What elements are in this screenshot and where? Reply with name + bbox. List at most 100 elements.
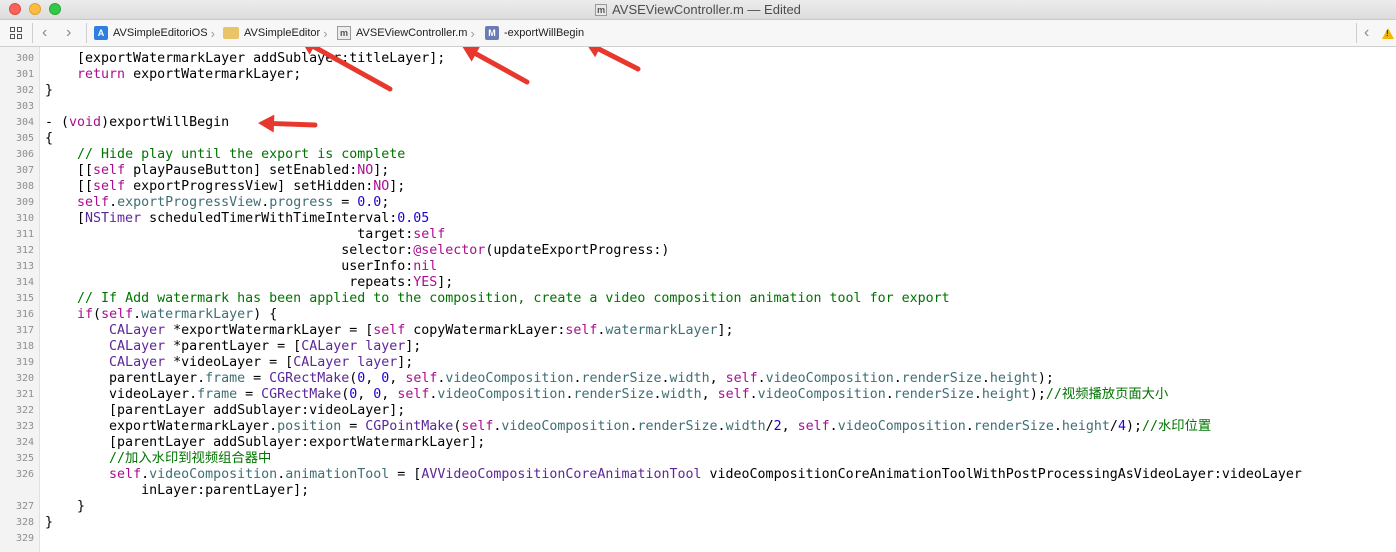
code-line: 322 [parentLayer addSublayer:videoLayer]… [0,403,1396,419]
code-text: self.exportProgressView.progress = 0.0; [77,195,390,210]
chevron-left-icon: ‹ [1364,24,1370,41]
code-text: { [45,131,54,146]
code-line: 306 // Hide play until the export is com… [0,147,1396,163]
code-text: [exportWatermarkLayer addSublayer:titleL… [45,51,446,66]
line-number: 321 [15,389,34,400]
code-line: 320 parentLayer.frame = CGRectMake(0, 0,… [0,371,1396,387]
code-text: CALayer *videoLayer = [CALayer layer]; [109,355,414,370]
back-button[interactable]: ‹ [42,20,47,46]
code-line: 328} [0,515,1396,531]
warning-icon [1382,27,1394,39]
code-text: parentLayer.frame = CGRectMake(0, 0, sel… [45,371,1054,386]
code-line: 325 //加入水印到视频组合器中 [0,451,1396,467]
folder-icon [223,27,239,39]
line-number: 305 [15,133,34,144]
line-number: 329 [15,533,34,544]
line-number: 318 [15,341,34,352]
breadcrumb-project[interactable]: A AVSimpleEditoriOS › [94,20,218,46]
line-number: 310 [15,213,34,224]
code-text: CALayer *exportWatermarkLayer = [self co… [109,323,734,338]
window-title-area: m AVSEViewController.m — Edited [0,1,1396,18]
line-number: 301 [15,69,34,80]
related-items-button[interactable] [10,20,22,46]
code-text: videoLayer.frame = CGRectMake(0, 0, self… [45,387,1169,402]
source-editor[interactable]: 300 [exportWatermarkLayer addSublayer:ti… [0,47,1396,552]
line-number: 326 [15,469,34,480]
line-number: 307 [15,165,34,176]
line-number: 317 [15,325,34,336]
code-text: //加入水印到视频组合器中 [109,451,272,466]
line-number: 327 [15,501,34,512]
code-text: selector:@selector(updateExportProgress:… [45,243,670,258]
breadcrumb-folder[interactable]: AVSimpleEditor › [223,20,331,46]
line-number: 309 [15,197,34,208]
code-text: [parentLayer addSublayer:videoLayer]; [45,403,406,418]
issue-warning-button[interactable] [1382,20,1394,46]
method-icon: M [485,26,499,40]
code-text: CALayer *parentLayer = [CALayer layer]; [109,339,422,354]
line-number: 323 [15,421,34,432]
window-titlebar: m AVSEViewController.m — Edited [0,0,1396,20]
code-line: 314 repeats:YES]; [0,275,1396,291]
line-number: 313 [15,261,34,272]
code-text: self.videoComposition.animationTool = [A… [109,467,1302,482]
project-icon: A [94,26,108,40]
line-number: 316 [15,309,34,320]
chevron-right-icon: › [470,25,475,41]
code-line: 326 self.videoComposition.animationTool … [0,467,1396,483]
code-line: 313 userInfo:nil [0,259,1396,275]
code-text: } [45,499,86,514]
breadcrumb-label: AVSimpleEditoriOS [113,27,208,39]
line-number: 315 [15,293,34,304]
line-number: 300 [15,53,34,64]
grid-icon [10,27,22,39]
code-text: // If Add watermark has been applied to … [77,291,950,306]
line-number: 312 [15,245,34,256]
forward-button[interactable]: › [66,20,71,46]
code-text: userInfo:nil [45,259,438,274]
code-line: 329 [0,531,1396,547]
code-line: 305 { [0,131,1396,147]
code-line: 303 [0,99,1396,115]
breadcrumb-method[interactable]: M -exportWillBegin [485,20,584,46]
code-text: target:self [45,227,446,242]
objc-file-icon: m [595,3,608,16]
code-line: 319 CALayer *videoLayer = [CALayer layer… [0,355,1396,371]
window-title: AVSEViewController.m — Edited [612,2,801,17]
line-number: 304 [15,117,34,128]
line-number: 302 [15,85,34,96]
chevron-right-icon: › [210,25,215,41]
code-line: 316 if(self.watermarkLayer) { [0,307,1396,323]
line-number: 306 [15,149,34,160]
code-line: 318 CALayer *parentLayer = [CALayer laye… [0,339,1396,355]
code-text: inLayer:parentLayer]; [45,483,310,498]
code-line: 301 return exportWatermarkLayer; [0,67,1396,83]
code-line: 321 videoLayer.frame = CGRectMake(0, 0, … [0,387,1396,403]
code-text: [parentLayer addSublayer:exportWatermark… [45,435,486,450]
code-text: [[self exportProgressView] setHidden:NO]… [45,179,406,194]
line-number: 324 [15,437,34,448]
jump-bar: ‹ › A AVSimpleEditoriOS › AVSimpleEditor… [0,20,1396,47]
breadcrumb-file[interactable]: m AVSEViewController.m › [337,20,478,46]
code-text: return exportWatermarkLayer; [77,67,302,82]
code-text: [[self playPauseButton] setEnabled:NO]; [45,163,390,178]
code-line: 309 self.exportProgressView.progress = 0… [0,195,1396,211]
code-line: 302} [0,83,1396,99]
code-line: 300 [exportWatermarkLayer addSublayer:ti… [0,51,1396,67]
code-text: } [45,83,54,98]
chevron-right-icon: › [66,24,72,41]
code-text: if(self.watermarkLayer) { [77,307,278,322]
code-line: 317 CALayer *exportWatermarkLayer = [sel… [0,323,1396,339]
code-line: 307 [[self playPauseButton] setEnabled:N… [0,163,1396,179]
code-text: exportWatermarkLayer.position = CGPointM… [45,419,1212,434]
line-number: 314 [15,277,34,288]
line-number: 322 [15,405,34,416]
code-line: 308 [[self exportProgressView] setHidden… [0,179,1396,195]
code-line: 324 [parentLayer addSublayer:exportWater… [0,435,1396,451]
breadcrumb-label: AVSimpleEditor [244,27,321,39]
code-line: 312 selector:@selector(updateExportProgr… [0,243,1396,259]
line-number: 308 [15,181,34,192]
code-line: 311 target:self [0,227,1396,243]
previous-issue-button[interactable]: ‹ [1364,20,1369,46]
line-number: 311 [15,229,34,240]
